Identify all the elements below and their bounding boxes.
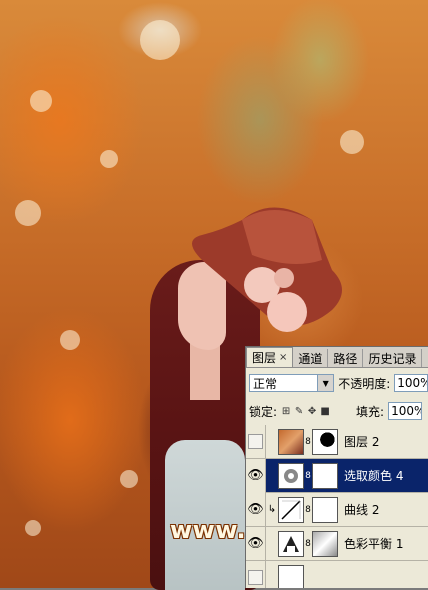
layer-mask-thumbnail[interactable] — [312, 462, 338, 489]
layer-name: 曲线 2 — [344, 503, 380, 517]
curves-icon — [278, 496, 304, 523]
bokeh-highlight — [25, 520, 41, 536]
opacity-input[interactable]: 100% — [394, 374, 428, 392]
eye-icon[interactable]: 👁 — [246, 458, 266, 493]
layer-mask-thumbnail[interactable] — [312, 496, 338, 523]
lock-transparent-icon[interactable]: ⊞ — [281, 406, 291, 417]
hidden-eye-box — [248, 570, 263, 585]
lock-image-icon[interactable]: ✎ — [294, 406, 304, 417]
eye-icon[interactable]: 👁 — [246, 492, 266, 527]
layer-mask-thumbnail[interactable] — [312, 428, 338, 455]
lock-icons: ⊞ ✎ ✥ ■ — [281, 406, 330, 417]
layer-mask-thumbnail[interactable] — [312, 530, 338, 557]
clip-arrow-icon: ↳ — [267, 504, 277, 515]
visibility-toggle[interactable] — [246, 560, 266, 588]
blend-mode-value: 正常 — [253, 376, 278, 391]
link-icon[interactable]: 8 — [304, 505, 312, 515]
bokeh-highlight — [15, 200, 41, 226]
tab-channels[interactable]: 通道 — [293, 349, 329, 367]
tab-layers[interactable]: 图层 × — [246, 347, 294, 367]
layer-row[interactable]: 8 图层 2 — [246, 424, 428, 459]
lock-label: 锁定: — [249, 404, 278, 419]
photo-thumbnail — [278, 428, 304, 455]
subject-hat — [192, 207, 342, 332]
layer-row[interactable]: 👁 ↳ 8 曲线 2 — [246, 492, 428, 527]
adjustment-thumbnail — [278, 564, 304, 588]
hidden-eye-box — [248, 434, 263, 449]
layer-name: 图层 2 — [344, 435, 380, 449]
tab-label: 通道 — [298, 351, 323, 366]
subject-shirt — [165, 440, 245, 590]
visibility-toggle[interactable] — [246, 424, 266, 459]
color-balance-icon — [278, 530, 304, 557]
opacity-label: 不透明度: — [338, 376, 391, 391]
tab-label: 历史记录 — [368, 351, 417, 366]
tab-label: 图层 — [252, 351, 277, 365]
bokeh-highlight — [340, 130, 364, 154]
lock-row: 锁定: ⊞ ✎ ✥ ■ 填充: 100% — [249, 401, 428, 421]
blend-row: 正常 ▼ 不透明度: 100% — [249, 373, 428, 393]
close-icon[interactable]: × — [279, 352, 287, 363]
chevron-down-icon[interactable]: ▼ — [317, 375, 334, 391]
link-icon[interactable]: 8 — [304, 437, 312, 447]
layer-name: 选取颜色 4 — [344, 469, 404, 483]
layer-row[interactable]: 👁 8 选取颜色 4 — [246, 458, 428, 493]
bokeh-highlight — [100, 150, 118, 168]
bokeh-highlight — [30, 90, 52, 112]
selective-color-icon — [278, 462, 304, 489]
eye-icon[interactable]: 👁 — [246, 526, 266, 561]
layer-row-partial[interactable] — [246, 560, 428, 588]
layers-list: 8 图层 2 👁 8 选取颜色 4 👁 ↳ 8 曲线 2 👁 8 色彩平衡 1 — [246, 424, 428, 588]
fill-input[interactable]: 100% — [388, 402, 423, 420]
layer-name: 色彩平衡 1 — [344, 537, 404, 551]
layer-row[interactable]: 👁 8 色彩平衡 1 — [246, 526, 428, 561]
bokeh-highlight — [140, 20, 180, 60]
tab-paths[interactable]: 路径 — [328, 349, 364, 367]
layers-panel: 图层 × 通道 路径 历史记录 正常 ▼ 不透明度: 100% 锁定: ⊞ ✎ … — [245, 346, 428, 588]
panel-tabs: 图层 × 通道 路径 历史记录 — [246, 347, 428, 368]
link-icon[interactable]: 8 — [304, 539, 312, 549]
tab-history[interactable]: 历史记录 — [363, 349, 423, 367]
link-icon[interactable]: 8 — [304, 471, 312, 481]
lock-position-icon[interactable]: ✥ — [307, 406, 317, 417]
bokeh-highlight — [120, 470, 138, 488]
tab-label: 路径 — [333, 351, 358, 366]
rose-flower — [267, 292, 307, 332]
lock-all-icon[interactable]: ■ — [320, 406, 330, 417]
bokeh-highlight — [60, 330, 80, 350]
fill-label: 填充: — [356, 404, 385, 419]
blend-mode-select[interactable]: 正常 ▼ — [249, 374, 335, 392]
